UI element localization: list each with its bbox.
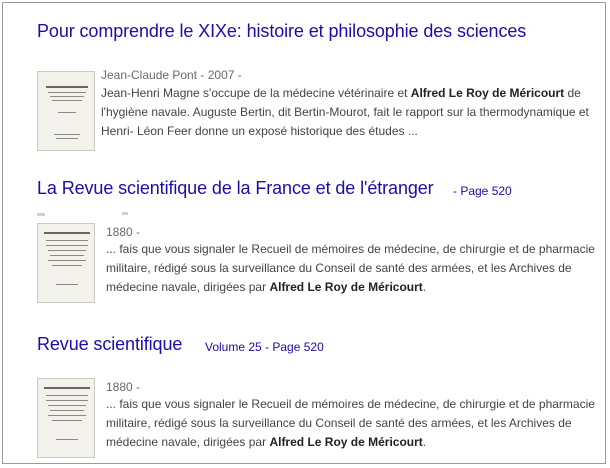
result-1-snippet: Jean-Henri Magne s'occupe de la médecine…: [101, 84, 589, 141]
result-3-title-link[interactable]: Revue scientifique: [37, 334, 182, 355]
result-2-meta: 1880 -: [106, 225, 141, 239]
result-3-page-link[interactable]: Volume 25 - Page 520: [205, 340, 324, 354]
snippet-line: Henri- Léon Feer donne un exposé histori…: [101, 124, 418, 138]
snippet-line: militaire, rédigé sous la surveillance d…: [106, 416, 572, 430]
clipped-text-fragment: [122, 212, 128, 215]
snippet-line: Jean-Henri Magne s'occupe de la médecine…: [101, 86, 581, 100]
book-cover-thumbnail[interactable]: [37, 378, 95, 458]
book-cover-thumbnail[interactable]: [37, 223, 95, 303]
result-3-meta: 1880 -: [106, 380, 141, 394]
snippet-line: militaire, rédigé sous la surveillance d…: [106, 261, 572, 275]
result-2-title-link[interactable]: La Revue scientifique de la France et de…: [37, 178, 434, 199]
result-1-title-link[interactable]: Pour comprendre le XIXe: histoire et phi…: [37, 21, 526, 42]
snippet-line: ... fais que vous signaler le Recueil de…: [106, 397, 595, 411]
result-2-page-link[interactable]: - Page 520: [453, 184, 512, 198]
result-1-meta: Jean-Claude Pont - 2007 -: [101, 68, 242, 82]
snippet-line: ... fais que vous signaler le Recueil de…: [106, 242, 595, 256]
snippet-line: médecine navale, dirigées par Alfred Le …: [106, 435, 427, 449]
clipped-text-fragment: [37, 213, 45, 216]
result-2-snippet: ... fais que vous signaler le Recueil de…: [106, 240, 595, 297]
snippet-line: médecine navale, dirigées par Alfred Le …: [106, 280, 427, 294]
book-cover-thumbnail[interactable]: [37, 71, 95, 151]
result-3-snippet: ... fais que vous signaler le Recueil de…: [106, 395, 595, 452]
snippet-line: l'hygiène navale. Auguste Bertin, dit Be…: [101, 105, 589, 119]
